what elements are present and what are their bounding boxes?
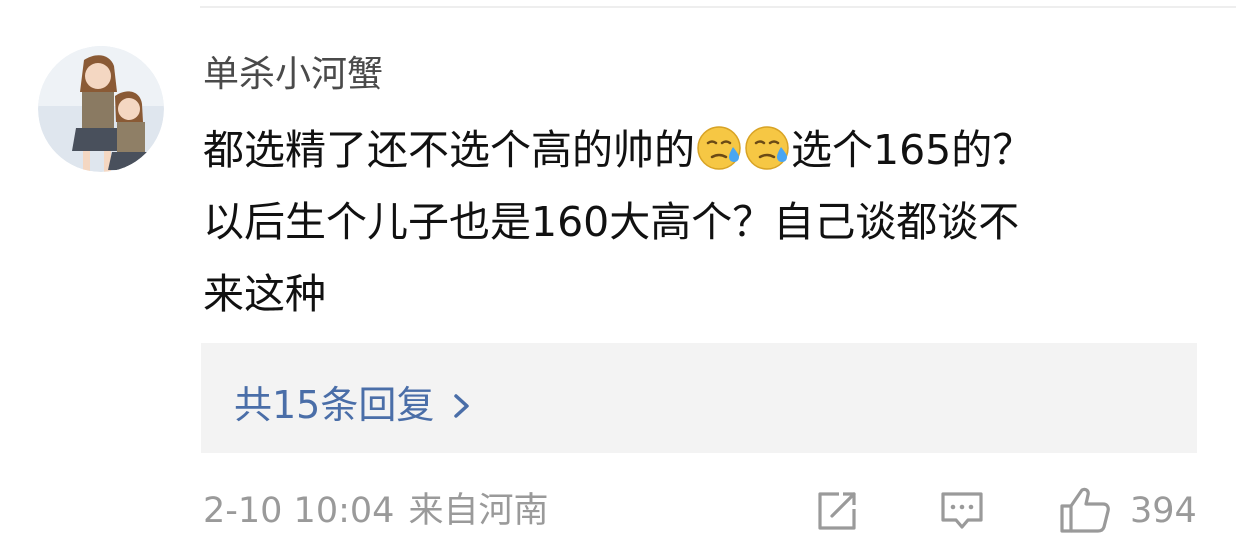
username[interactable]: 单杀小河蟹 — [203, 50, 383, 100]
comment-line: 都选精了还不选个高的帅的 选个165的？ — [203, 114, 1193, 186]
comment-icon[interactable] — [937, 486, 987, 536]
comment-body: 都选精了还不选个高的帅的 选个165的？ 以后生个儿子也是160大高个？自己谈都… — [203, 114, 1193, 330]
comment-line: 来这种 — [203, 270, 326, 318]
like-count: 394 — [1130, 491, 1197, 531]
share-icon[interactable] — [812, 486, 862, 536]
user-avatar[interactable] — [38, 46, 164, 172]
sweat-face-icon — [744, 121, 790, 170]
thumbs-up-icon[interactable] — [1058, 486, 1112, 536]
comment-text-segment: 都选精了还不选个高的帅的 — [203, 126, 695, 174]
top-divider — [200, 6, 1236, 8]
comment-location: 来自河南 — [408, 491, 549, 531]
comment-text-segment: 选个165的？ — [791, 126, 1034, 174]
comment-line: 以后生个儿子也是160大高个？自己谈都谈不 — [203, 198, 1020, 246]
chevron-right-icon — [452, 386, 472, 418]
view-replies-link[interactable]: 共15条回复 — [234, 373, 472, 429]
anime-avatar-icon — [38, 46, 164, 172]
comment-meta: 2-10 10:04 来自河南 — [203, 486, 548, 536]
sweat-face-icon — [696, 121, 742, 170]
reply-count-label: 共15条回复 — [234, 382, 435, 427]
comment-date: 2-10 10:04 — [203, 491, 395, 531]
